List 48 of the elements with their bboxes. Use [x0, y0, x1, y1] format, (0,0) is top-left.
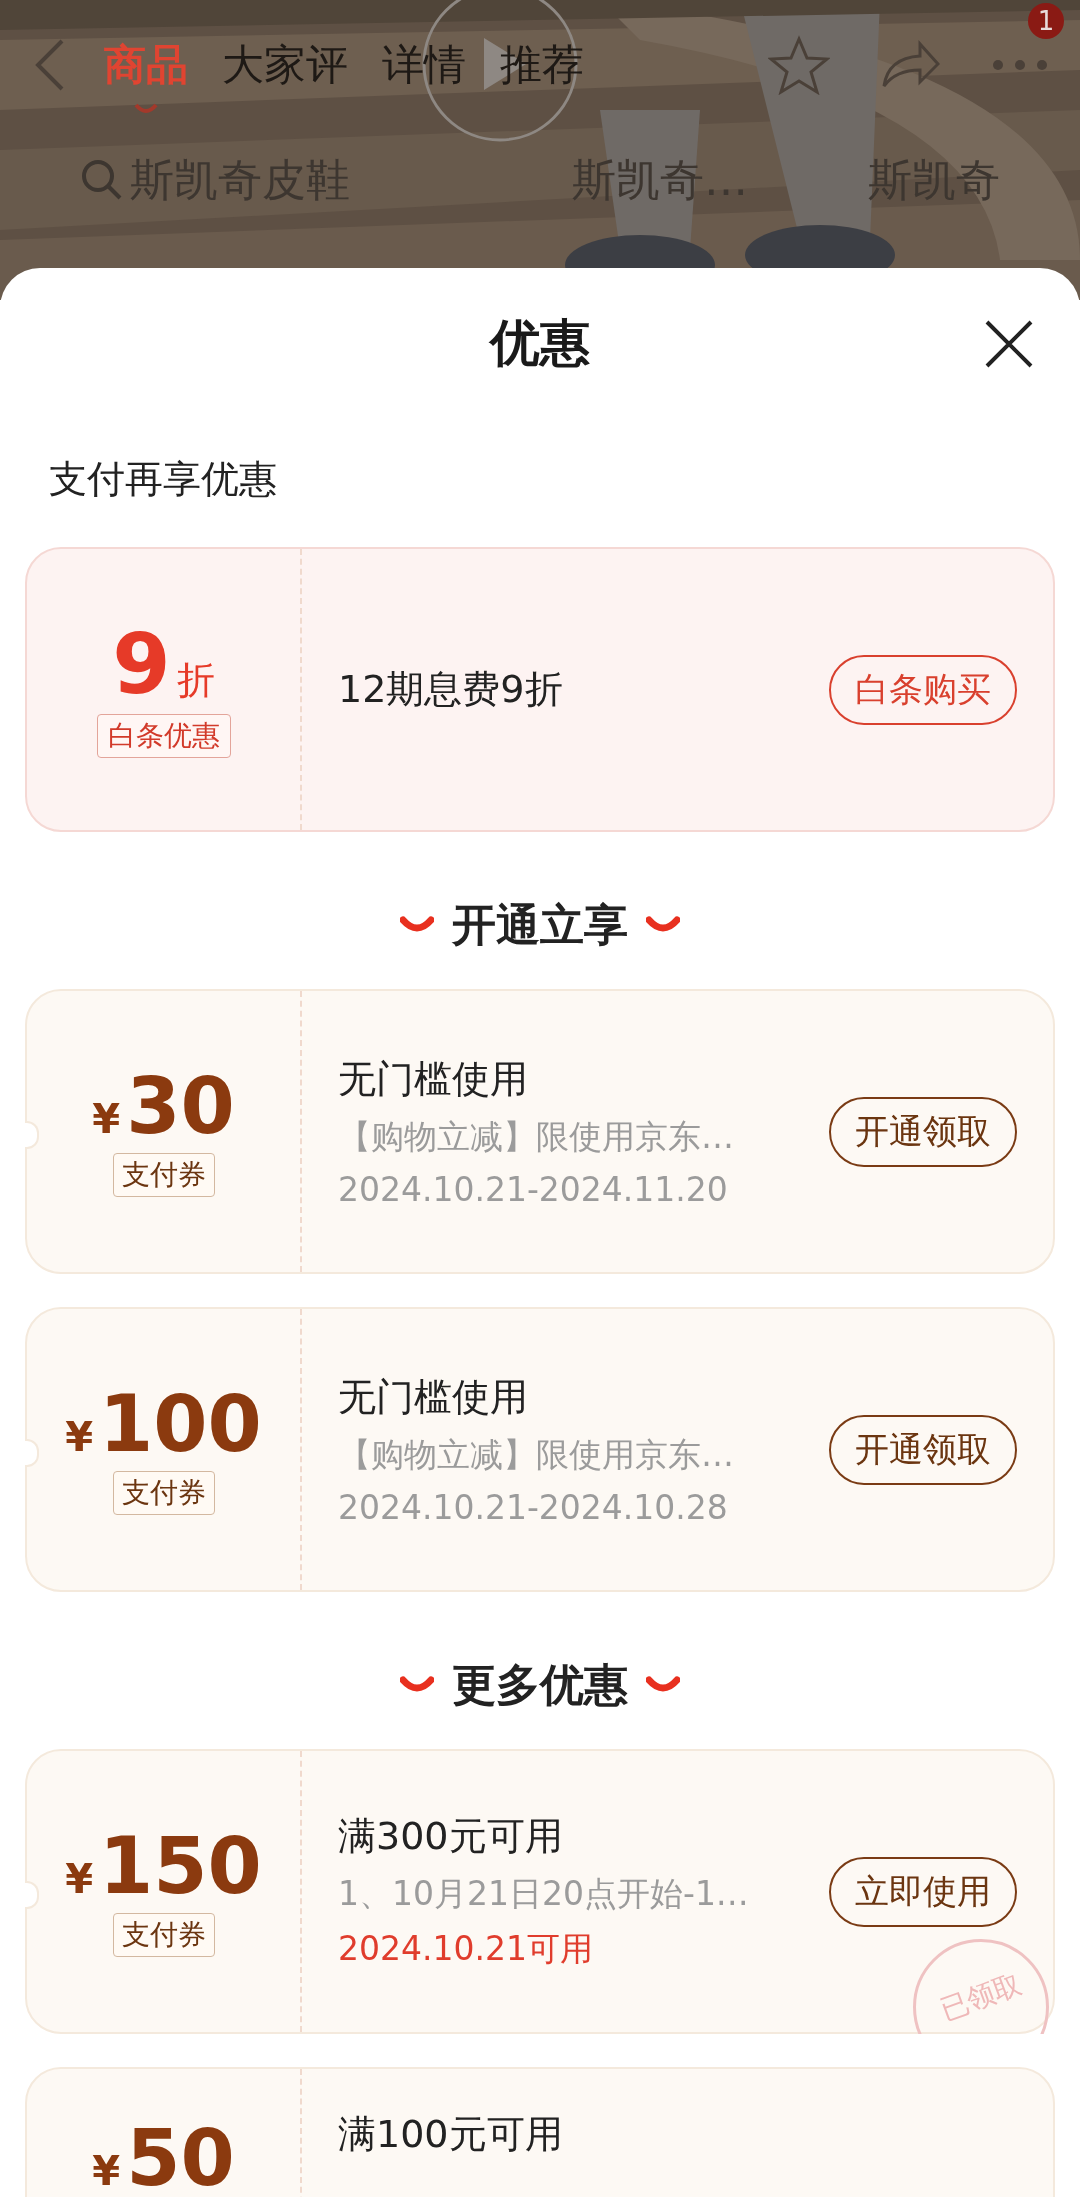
discount-unit: 折 [176, 656, 215, 704]
currency-symbol: ¥ [92, 2148, 121, 2194]
offer-title: 满300元可用 [338, 1813, 564, 1860]
offer-title: 满100元可用 [338, 2111, 564, 2158]
validity-date: 2024.10.21-2024.10.28 [338, 1488, 729, 1527]
action-button[interactable]: 白条购买 [829, 654, 1017, 725]
offer-title: 无门槛使用 [338, 1374, 529, 1421]
tab[interactable]: 详情 [382, 37, 466, 93]
close-icon [983, 318, 1035, 370]
smile-icon [400, 1676, 434, 1694]
share-icon[interactable] [880, 40, 940, 90]
offer-title: 12期息费9折 [338, 666, 564, 713]
currency-symbol: ¥ [65, 1855, 93, 1902]
smile-icon [400, 916, 434, 934]
section-heading: 更多优惠 [452, 1657, 628, 1712]
search-icon[interactable] [80, 158, 124, 202]
offer-detail: 【购物立减】限使用京东… [338, 1116, 735, 1158]
tab-indicator-icon [134, 103, 158, 115]
coupon-amount: 50 [126, 2119, 235, 2197]
action-button[interactable]: 开通领取 [829, 1414, 1017, 1485]
coupon-tag: 支付券 [112, 1470, 215, 1515]
section-heading: 支付再享优惠 [48, 456, 278, 503]
coupon-tag: 白条优惠 [96, 713, 231, 758]
coupon-tag: 支付券 [112, 1912, 215, 1957]
offer-title: 无门槛使用 [338, 1056, 529, 1103]
currency-symbol: ¥ [92, 1095, 121, 1142]
coupon-amount: 30 [126, 1066, 235, 1145]
coupon-tag: 支付券 [112, 1152, 215, 1197]
more-icon[interactable] [990, 59, 1050, 71]
validity-date: 2024.10.21-2024.11.20 [338, 1170, 729, 1209]
action-button[interactable]: 开通领取 [829, 1096, 1017, 1167]
action-button[interactable]: 立即使用 [829, 1856, 1017, 1927]
offer-detail: 【购物立减】限使用京东… [338, 1434, 735, 1476]
coupon-amount: 100 [99, 1384, 262, 1463]
tab[interactable]: 大家评 [222, 37, 348, 93]
tab[interactable]: 商品 [104, 37, 188, 93]
stamp-text: 已领取 [935, 1965, 1027, 2029]
smile-icon [646, 916, 680, 934]
discount-amount: 9 [112, 621, 171, 706]
currency-symbol: ¥ [65, 1413, 93, 1460]
sheet-title: 优惠 [490, 312, 590, 374]
offer-detail: 1、10月21日20点开始-1… [338, 1873, 750, 1915]
validity-date: 2024.10.21可用 [338, 1928, 594, 1970]
section-heading: 开通立享 [452, 897, 628, 952]
coupon-amount: 150 [99, 1826, 262, 1905]
tab[interactable]: 推荐 [500, 37, 584, 93]
star-icon[interactable] [768, 35, 830, 95]
smile-icon [646, 1676, 680, 1694]
